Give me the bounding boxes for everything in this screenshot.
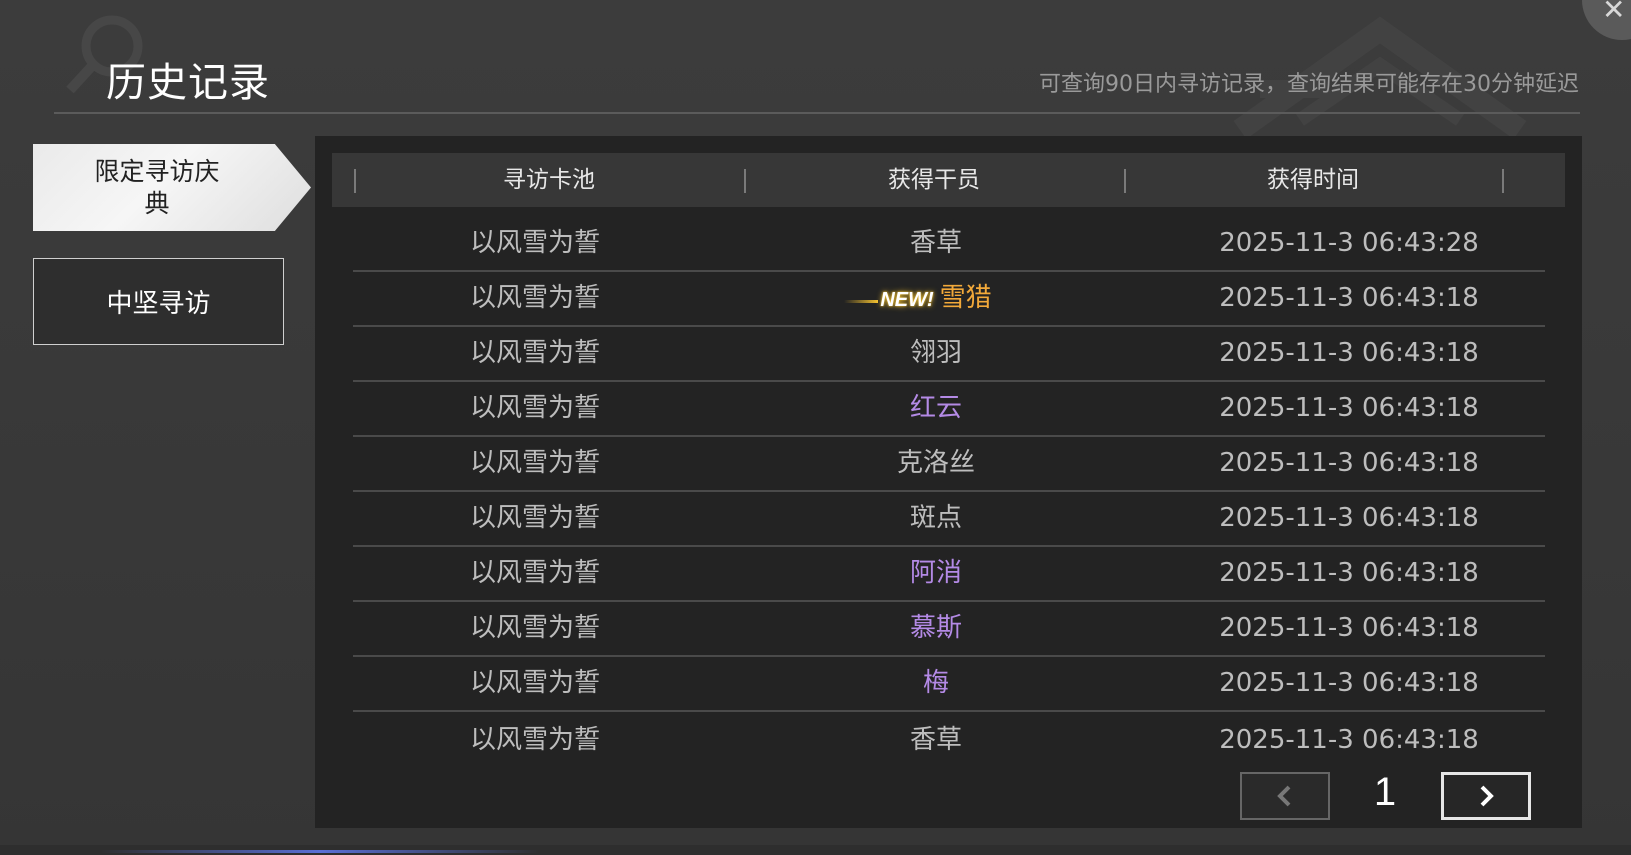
new-badge: NEW! (880, 289, 934, 311)
pool-cell: 以风雪为誓 (469, 338, 600, 368)
time-cell: 2025-11-3 06:43:18 (1219, 283, 1479, 313)
table-row: 以风雪为誓 香草 2025-11-3 06:43:28 (353, 216, 1545, 272)
table-row: 以风雪为誓 克洛丝 2025-11-3 06:43:18 (353, 436, 1545, 492)
column-header-pool: 寻访卡池 (503, 167, 595, 193)
operator-name: 香草 (909, 725, 962, 755)
pool-cell: 以风雪为誓 (469, 725, 600, 755)
tab-label: 中坚寻访 (106, 289, 211, 319)
operator-name: 慕斯 (909, 613, 962, 643)
pool-cell: 以风雪为誓 (469, 228, 600, 258)
pool-cell: 以风雪为誓 (469, 393, 600, 423)
operator-cell: 斑点 (757, 491, 1115, 545)
operator-cell: 梅 (757, 656, 1115, 710)
records-table: 寻访卡池 获得干员 获得时间 以风雪为誓 香草 2025-11-3 06:43:28… (315, 136, 1582, 828)
page-number: 1 (1373, 770, 1397, 814)
operator-name: 斑点 (909, 503, 962, 533)
operator-name: 红云 (909, 393, 962, 423)
table-row: 以风雪为誓 阿消 2025-11-3 06:43:18 (353, 546, 1545, 602)
header-separator (1502, 169, 1504, 193)
operator-cell: 慕斯 (757, 601, 1115, 655)
bottom-bar (0, 845, 1631, 855)
operator-name: 香草 (909, 228, 962, 258)
chevron-left-icon (1277, 785, 1291, 807)
query-notice: 可查询90日内寻访记录，查询结果可能存在30分钟延迟 (1039, 72, 1579, 97)
time-cell: 2025-11-3 06:43:18 (1219, 448, 1479, 478)
time-cell: 2025-11-3 06:43:18 (1219, 558, 1479, 588)
operator-name: 克洛丝 (896, 448, 975, 478)
operator-cell: 翎羽 (757, 326, 1115, 380)
operator-cell: 红云 (757, 381, 1115, 435)
table-row: 以风雪为誓 红云 2025-11-3 06:43:18 (353, 381, 1545, 437)
table-header: 寻访卡池 获得干员 获得时间 (332, 153, 1565, 207)
pool-cell: 以风雪为誓 (469, 613, 600, 643)
tab-limited-headhunting[interactable]: 限定寻访庆典 (33, 144, 311, 231)
next-page-button[interactable] (1441, 772, 1531, 820)
time-cell: 2025-11-3 06:43:18 (1219, 613, 1479, 643)
page-title: 历史记录 (106, 60, 270, 106)
pool-cell: 以风雪为誓 (469, 283, 600, 313)
previous-page-button[interactable] (1240, 772, 1330, 820)
column-header-operator: 获得干员 (888, 167, 980, 193)
operator-name: 雪猎 (939, 283, 992, 313)
time-cell: 2025-11-3 06:43:18 (1219, 393, 1479, 423)
title-divider (54, 112, 1580, 114)
pool-cell: 以风雪为誓 (469, 503, 600, 533)
tab-standard-headhunting[interactable]: 中坚寻访 (33, 258, 284, 345)
table-row: 以风雪为誓 翎羽 2025-11-3 06:43:18 (353, 326, 1545, 382)
table-row: 以风雪为誓 香草 2025-11-3 06:43:18 (353, 713, 1545, 767)
operator-cell: 克洛丝 (757, 436, 1115, 490)
close-icon: ✕ (1602, 0, 1626, 26)
pool-cell: 以风雪为誓 (469, 448, 600, 478)
operator-cell: NEW! 雪猎 (757, 271, 1115, 325)
bottom-glow (100, 850, 540, 853)
operator-name: 梅 (922, 668, 949, 698)
time-cell: 2025-11-3 06:43:28 (1219, 228, 1479, 258)
tab-label: 限定寻访庆典 (94, 156, 220, 218)
time-cell: 2025-11-3 06:43:18 (1219, 503, 1479, 533)
table-row: 以风雪为誓 NEW! 雪猎 2025-11-3 06:43:18 (353, 271, 1545, 327)
pool-cell: 以风雪为誓 (469, 558, 600, 588)
time-cell: 2025-11-3 06:43:18 (1219, 725, 1479, 755)
table-row: 以风雪为誓 梅 2025-11-3 06:43:18 (353, 656, 1545, 712)
operator-name: 阿消 (909, 558, 962, 588)
chevron-right-icon (1480, 785, 1494, 807)
time-cell: 2025-11-3 06:43:18 (1219, 668, 1479, 698)
operator-cell: 香草 (757, 216, 1115, 270)
table-row: 以风雪为誓 斑点 2025-11-3 06:43:18 (353, 491, 1545, 547)
time-cell: 2025-11-3 06:43:18 (1219, 338, 1479, 368)
table-row: 以风雪为誓 慕斯 2025-11-3 06:43:18 (353, 601, 1545, 657)
pool-cell: 以风雪为誓 (469, 668, 600, 698)
column-header-time: 获得时间 (1267, 167, 1359, 193)
operator-cell: 阿消 (757, 546, 1115, 600)
operator-cell: 香草 (757, 713, 1115, 767)
operator-name: 翎羽 (909, 338, 962, 368)
